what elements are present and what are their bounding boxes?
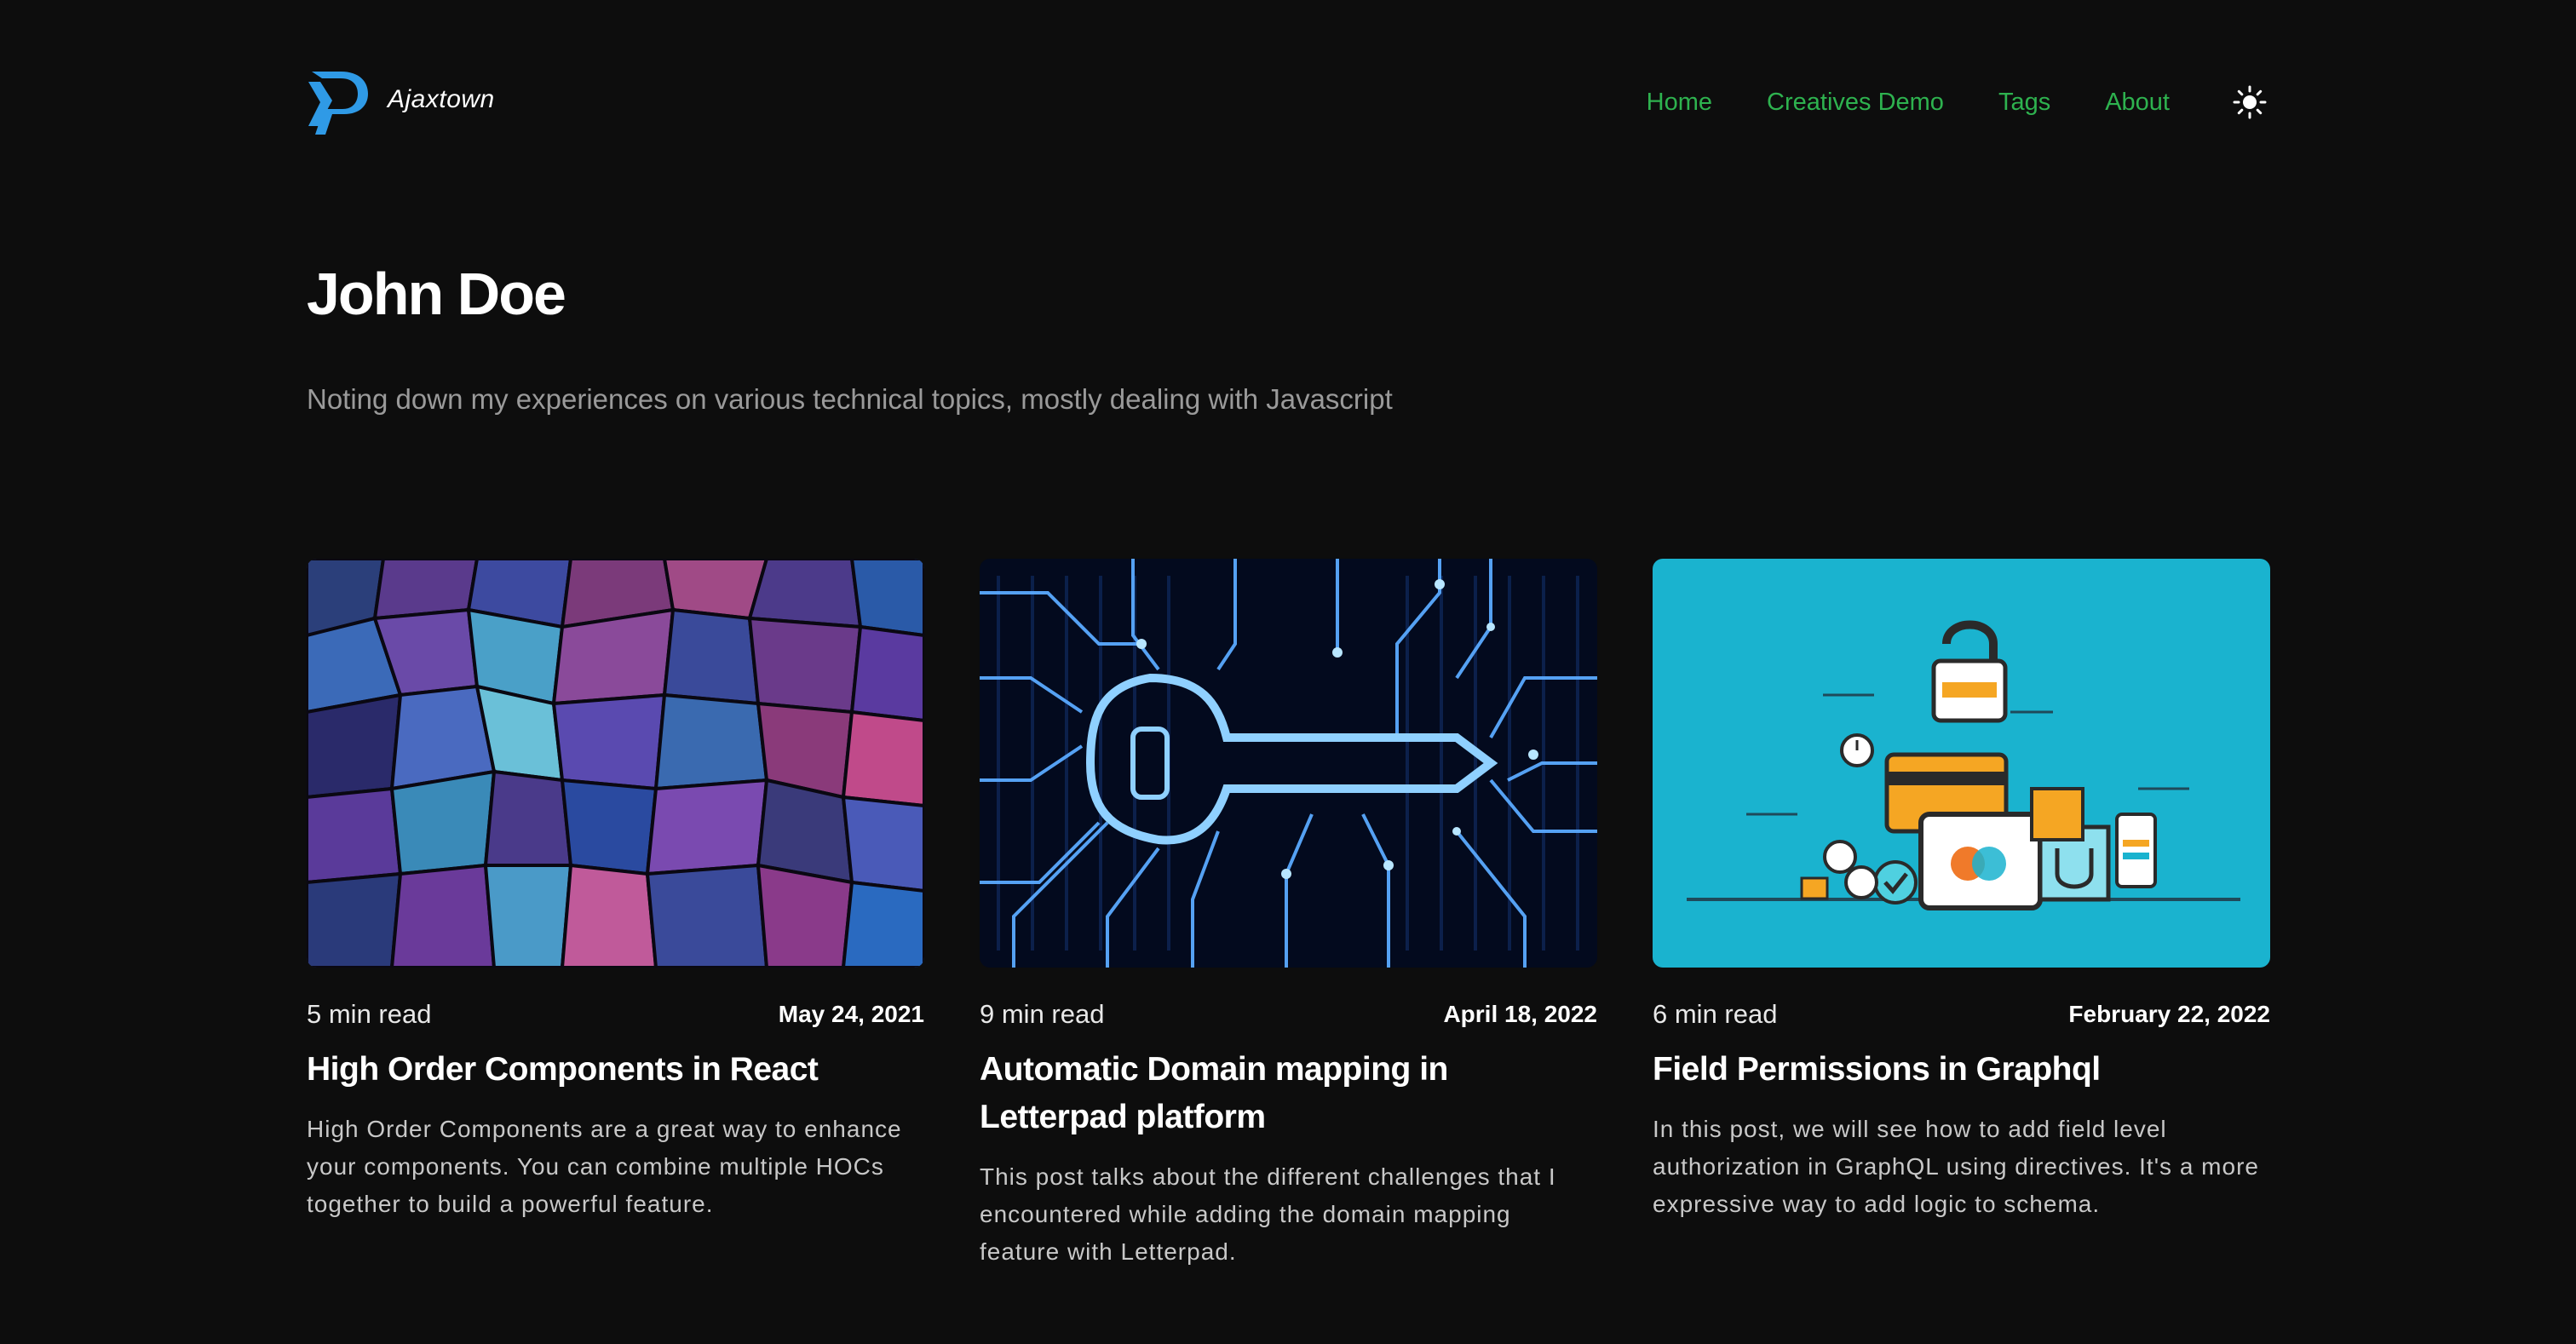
post-date: February 22, 2022: [2068, 1001, 2270, 1027]
page-subtitle: Noting down my experiences on various te…: [307, 383, 1393, 415]
nav-tags[interactable]: Tags: [1998, 83, 2050, 121]
post-excerpt: High Order Components are a great way to…: [307, 1116, 902, 1217]
sun-icon: [2233, 85, 2267, 119]
page: Ajaxtown Home Creatives Demo Tags About: [307, 0, 2270, 1344]
site-header: Ajaxtown Home Creatives Demo Tags About: [307, 60, 2270, 145]
post-date: April 18, 2022: [1443, 1001, 1597, 1027]
post-list: 5 min read May 24, 2021 High Order Compo…: [307, 559, 2270, 1325]
page-title: John Doe: [307, 261, 566, 327]
main-nav: Home Creatives Demo Tags About: [1647, 83, 2270, 121]
post-date: May 24, 2021: [778, 1001, 924, 1027]
post-title[interactable]: Automatic Domain mapping in Letterpad pl…: [980, 1046, 1597, 1141]
post-cover-image[interactable]: [980, 559, 1597, 968]
post-excerpt: This post talks about the different chal…: [980, 1163, 1556, 1265]
nav-creatives-demo[interactable]: Creatives Demo: [1767, 83, 1944, 121]
post-card[interactable]: 9 min read April 18, 2022 Automatic Doma…: [980, 559, 1597, 1291]
nav-home[interactable]: Home: [1647, 83, 1712, 121]
post-card[interactable]: 6 min read February 22, 2022 Field Permi…: [1653, 559, 2270, 1291]
post-meta: 5 min read May 24, 2021: [307, 996, 924, 1033]
ajaxtown-logo-icon[interactable]: [307, 66, 373, 138]
post-title[interactable]: Field Permissions in Graphql: [1653, 1046, 2270, 1094]
read-time: 5 min read: [307, 999, 432, 1029]
theme-toggle-button[interactable]: [2229, 82, 2270, 123]
post-cover-image[interactable]: [307, 559, 924, 968]
post-excerpt: In this post, we will see how to add fie…: [1653, 1116, 2259, 1217]
post-meta: 6 min read February 22, 2022: [1653, 996, 2270, 1033]
post-card[interactable]: 5 min read May 24, 2021 High Order Compo…: [307, 559, 924, 1291]
read-time: 6 min read: [1653, 999, 1778, 1029]
read-time: 9 min read: [980, 999, 1105, 1029]
nav-about[interactable]: About: [2105, 83, 2170, 121]
post-cover-image[interactable]: [1653, 559, 2270, 968]
brand-name[interactable]: Ajaxtown: [388, 85, 495, 114]
post-meta: 9 min read April 18, 2022: [980, 996, 1597, 1033]
post-title[interactable]: High Order Components in React: [307, 1046, 924, 1094]
